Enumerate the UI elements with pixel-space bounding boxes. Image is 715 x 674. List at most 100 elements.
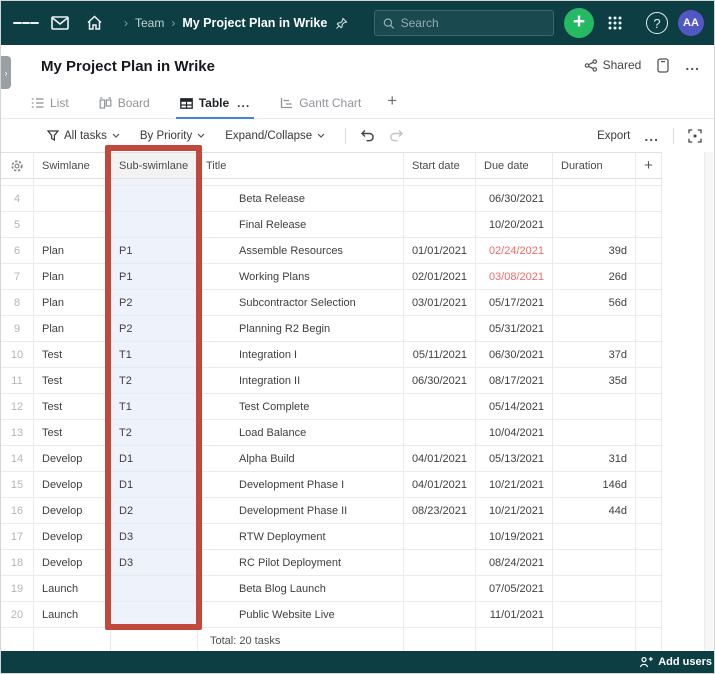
cell-start-date[interactable]: [404, 212, 476, 238]
cell-start-date[interactable]: [404, 420, 476, 446]
add-users-button[interactable]: Add users: [639, 656, 712, 668]
row-number[interactable]: 12: [1, 394, 34, 420]
table-tab-menu[interactable]: ...: [237, 96, 250, 110]
cell-duration[interactable]: [553, 212, 636, 238]
tab-table[interactable]: Table ...: [176, 96, 254, 119]
cell-sub-swimlane[interactable]: P1: [111, 238, 198, 264]
cell-title[interactable]: Load Balance: [198, 420, 404, 446]
cell-swimlane[interactable]: Plan: [34, 316, 111, 342]
cell-duration[interactable]: 35d: [553, 368, 636, 394]
cell-title[interactable]: Working Plans: [198, 264, 404, 290]
breadcrumb-project[interactable]: My Project Plan in Wrike: [182, 16, 327, 30]
cell-title[interactable]: Test Complete: [198, 394, 404, 420]
cell-start-date[interactable]: [404, 524, 476, 550]
row-number[interactable]: 5: [1, 212, 34, 238]
cell-duration[interactable]: 39d: [553, 238, 636, 264]
tab-gantt-chart[interactable]: Gantt Chart: [276, 96, 365, 119]
row-number[interactable]: 16: [1, 498, 34, 524]
cell-due-date[interactable]: 10/21/2021: [476, 472, 553, 498]
cell-start-date[interactable]: [404, 394, 476, 420]
cell-title[interactable]: Integration I: [198, 342, 404, 368]
cell-title[interactable]: Assemble Resources: [198, 238, 404, 264]
cell-sub-swimlane[interactable]: P2: [111, 316, 198, 342]
cell-due-date[interactable]: 10/21/2021: [476, 498, 553, 524]
cell-due-date[interactable]: 10/04/2021: [476, 420, 553, 446]
cell-title[interactable]: Development Phase I: [198, 472, 404, 498]
cell-title[interactable]: RC Pilot Deployment: [198, 550, 404, 576]
cell-sub-swimlane[interactable]: T1: [111, 342, 198, 368]
column-header-swimlane[interactable]: Swimlane: [34, 152, 111, 179]
notes-panel-icon[interactable]: [657, 58, 669, 73]
search-input[interactable]: [401, 16, 545, 30]
cell-swimlane[interactable]: Test: [34, 368, 111, 394]
export-button[interactable]: Export: [597, 130, 630, 142]
cell-duration[interactable]: [553, 186, 636, 212]
cell-due-date[interactable]: 07/05/2021: [476, 576, 553, 602]
cell-swimlane[interactable]: Launch: [34, 602, 111, 628]
cell-due-date[interactable]: 08/17/2021: [476, 368, 553, 394]
toolbar-more-menu[interactable]: ...: [644, 128, 659, 144]
row-number[interactable]: 10: [1, 342, 34, 368]
cell-title[interactable]: RTW Deployment: [198, 524, 404, 550]
cell-title[interactable]: Beta Release: [198, 186, 404, 212]
cell-due-date[interactable]: 05/13/2021: [476, 446, 553, 472]
pin-icon[interactable]: [335, 17, 348, 30]
cell-due-date[interactable]: 05/14/2021: [476, 394, 553, 420]
cell-due-date[interactable]: 06/30/2021: [476, 186, 553, 212]
cell-due-date[interactable]: 05/31/2021: [476, 316, 553, 342]
cell-swimlane[interactable]: Develop: [34, 446, 111, 472]
cell-title[interactable]: Beta Blog Launch: [198, 576, 404, 602]
search-box[interactable]: [374, 10, 554, 36]
cell-title[interactable]: Final Release: [198, 212, 404, 238]
cell-title[interactable]: Integration II: [198, 368, 404, 394]
cell-start-date[interactable]: 06/30/2021: [404, 368, 476, 394]
cell-sub-swimlane[interactable]: P1: [111, 264, 198, 290]
create-button[interactable]: +: [564, 8, 594, 38]
column-header-duration[interactable]: Duration: [553, 152, 636, 179]
cell-title[interactable]: Development Phase II: [198, 498, 404, 524]
cell-swimlane[interactable]: Develop: [34, 472, 111, 498]
cell-duration[interactable]: 26d: [553, 264, 636, 290]
hamburger-menu-icon[interactable]: [13, 10, 39, 36]
scrollbar-track[interactable]: [704, 152, 713, 653]
cell-swimlane[interactable]: Launch: [34, 576, 111, 602]
cell-start-date[interactable]: 02/01/2021: [404, 264, 476, 290]
cell-start-date[interactable]: [404, 602, 476, 628]
cell-duration[interactable]: [553, 602, 636, 628]
cell-duration[interactable]: 56d: [553, 290, 636, 316]
cell-sub-swimlane[interactable]: D1: [111, 472, 198, 498]
row-number[interactable]: 19: [1, 576, 34, 602]
row-number[interactable]: 9: [1, 316, 34, 342]
cell-start-date[interactable]: 08/23/2021: [404, 498, 476, 524]
cell-duration[interactable]: [553, 420, 636, 446]
row-number[interactable]: 11: [1, 368, 34, 394]
home-icon[interactable]: [81, 10, 107, 36]
cell-duration[interactable]: 37d: [553, 342, 636, 368]
cell-start-date[interactable]: [404, 576, 476, 602]
cell-start-date[interactable]: [404, 186, 476, 212]
cell-duration[interactable]: [553, 394, 636, 420]
apps-grid-icon[interactable]: [602, 10, 628, 36]
cell-sub-swimlane[interactable]: T1: [111, 394, 198, 420]
cell-duration[interactable]: 44d: [553, 498, 636, 524]
cell-start-date[interactable]: 05/11/2021: [404, 342, 476, 368]
cell-title[interactable]: Subcontractor Selection: [198, 290, 404, 316]
cell-swimlane[interactable]: [34, 186, 111, 212]
cell-title[interactable]: Alpha Build: [198, 446, 404, 472]
row-number[interactable]: 7: [1, 264, 34, 290]
tab-board[interactable]: Board: [95, 96, 154, 119]
cell-sub-swimlane[interactable]: P2: [111, 290, 198, 316]
row-number[interactable]: 6: [1, 238, 34, 264]
cell-due-date[interactable]: 05/17/2021: [476, 290, 553, 316]
cell-duration[interactable]: 146d: [553, 472, 636, 498]
cell-swimlane[interactable]: Test: [34, 394, 111, 420]
expand-collapse-dropdown[interactable]: Expand/Collapse: [225, 130, 325, 142]
cell-swimlane[interactable]: Plan: [34, 264, 111, 290]
row-number[interactable]: 14: [1, 446, 34, 472]
breadcrumb-team[interactable]: Team: [135, 16, 164, 30]
cell-sub-swimlane[interactable]: D2: [111, 498, 198, 524]
shared-button[interactable]: Shared: [584, 58, 642, 72]
row-number[interactable]: 18: [1, 550, 34, 576]
cell-title[interactable]: Planning R2 Begin: [198, 316, 404, 342]
add-column-button[interactable]: +: [636, 152, 662, 179]
